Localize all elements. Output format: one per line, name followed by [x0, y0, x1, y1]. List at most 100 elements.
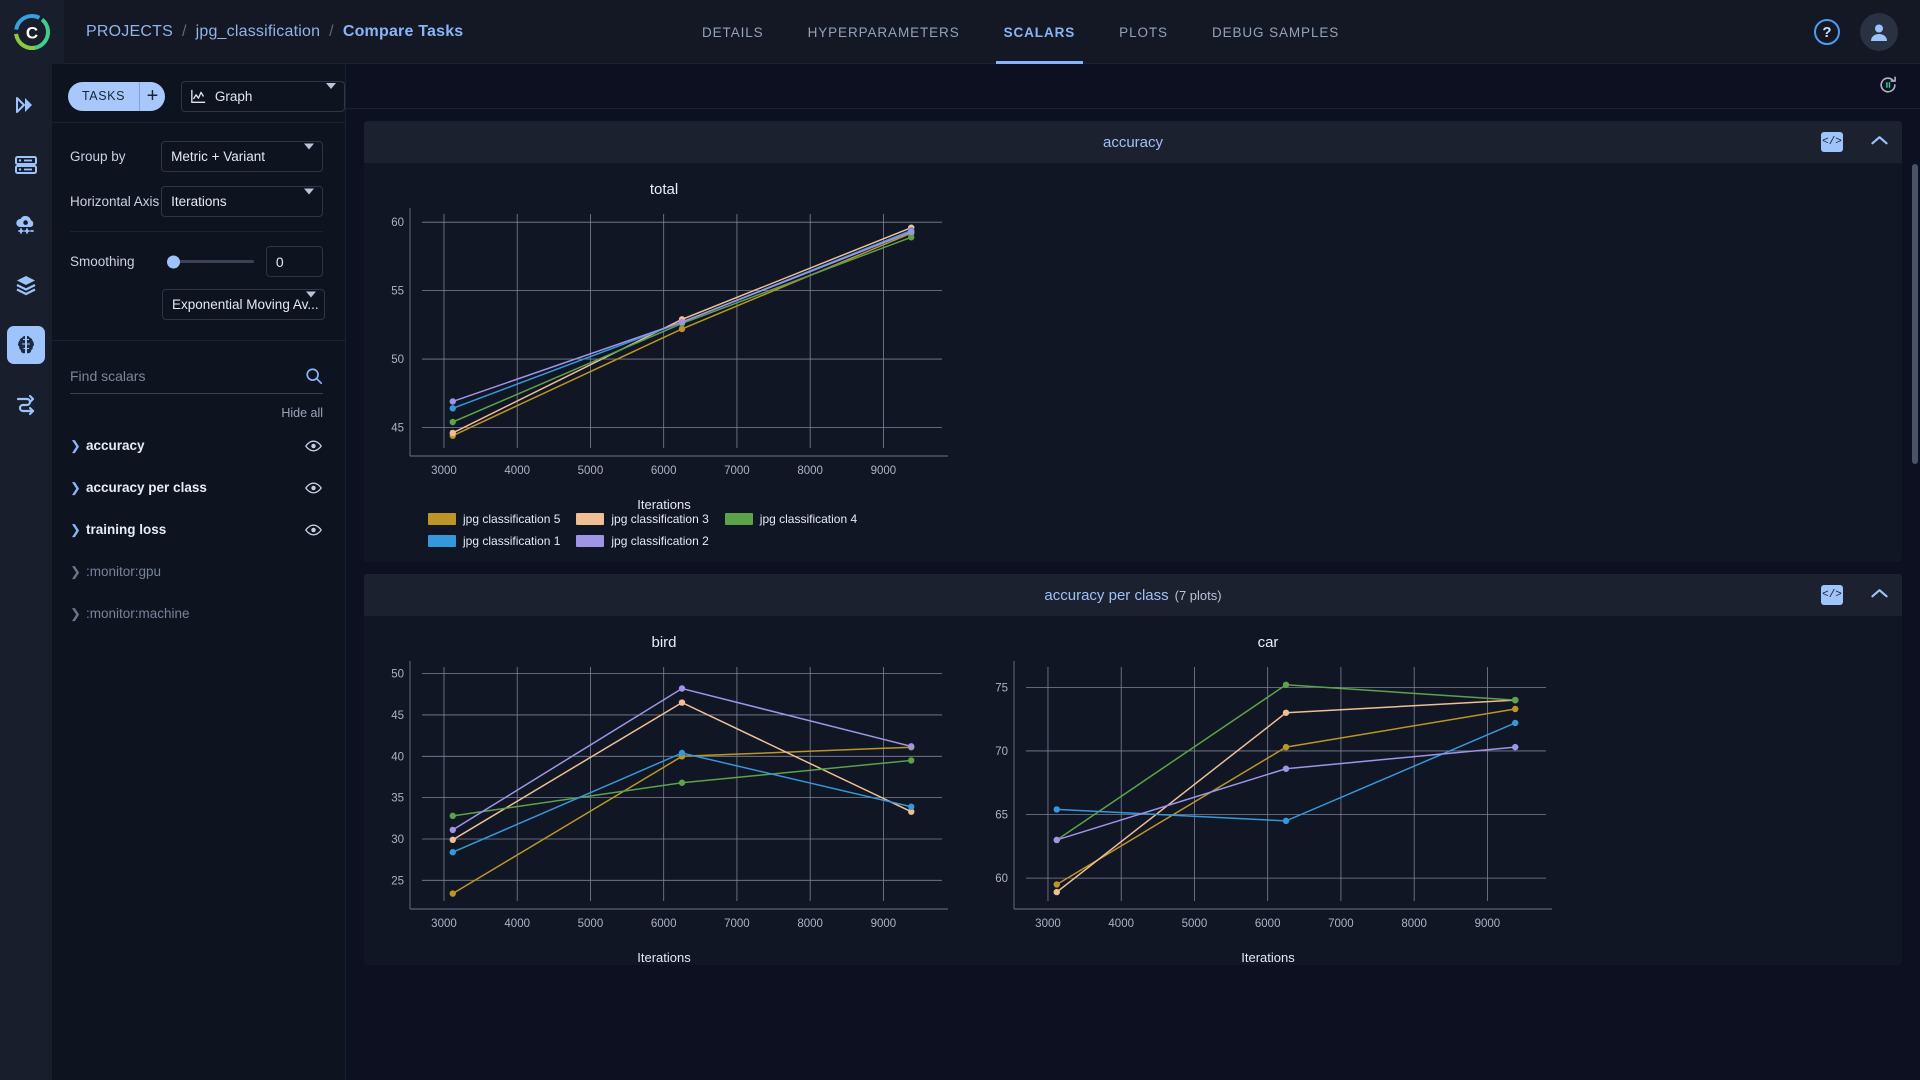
- hyper-datasets-icon: [14, 213, 38, 237]
- section-body: bird 30004000500060007000800090002530354…: [364, 616, 1902, 965]
- svg-text:3000: 3000: [1035, 918, 1061, 930]
- chart-legend: jpg classification 5 jpg classification …: [364, 512, 964, 562]
- metric-item-accuracy[interactable]: ❯ accuracy: [70, 429, 323, 462]
- smoothing-slider[interactable]: [168, 260, 254, 263]
- legend-item[interactable]: jpg classification 2: [576, 534, 708, 548]
- legend-label: jpg classification 4: [760, 512, 857, 526]
- tab-hyperparameters[interactable]: HYPERPARAMETERS: [786, 0, 982, 64]
- legend-label: jpg classification 5: [463, 512, 560, 526]
- embed-code-icon[interactable]: </>: [1821, 132, 1843, 152]
- avatar[interactable]: [1860, 13, 1898, 51]
- embed-code-icon[interactable]: </>: [1821, 585, 1843, 605]
- main-toolbar: [346, 64, 1920, 109]
- tasks-label: TASKS: [68, 82, 140, 111]
- left-nav-rail: [0, 64, 52, 1080]
- collapse-section-icon[interactable]: [1871, 133, 1888, 151]
- legend-item[interactable]: jpg classification 3: [576, 512, 708, 526]
- divider: [70, 231, 323, 232]
- horizontal-axis-label: Horizontal Axis: [70, 194, 161, 209]
- chevron-right-icon: ❯: [70, 606, 86, 622]
- svg-text:55: 55: [391, 286, 404, 298]
- chart-canvas-bird[interactable]: 3000400050006000700080009000253035404550: [364, 651, 964, 941]
- svg-text:60: 60: [995, 873, 1008, 885]
- sidebar-item-pipelines[interactable]: [7, 86, 45, 124]
- pipelines-icon: [14, 93, 38, 117]
- legend-label: jpg classification 3: [611, 512, 708, 526]
- chevron-down-icon: [306, 297, 316, 312]
- metric-item-training-loss[interactable]: ❯ training loss: [70, 513, 323, 546]
- horizontal-axis-select[interactable]: Iterations: [161, 186, 323, 217]
- svg-text:9000: 9000: [871, 465, 897, 477]
- breadcrumb-separator-2: /: [329, 23, 334, 41]
- tasks-button[interactable]: TASKS +: [68, 82, 165, 111]
- sidebar-item-hyper-datasets[interactable]: [7, 206, 45, 244]
- visibility-eye-icon[interactable]: [305, 524, 323, 536]
- group-by-select[interactable]: Metric + Variant: [161, 141, 323, 172]
- tab-scalars[interactable]: SCALARS: [982, 0, 1098, 64]
- graph-type-select[interactable]: Graph: [181, 81, 345, 112]
- smoothing-row: Smoothing 0: [70, 246, 323, 277]
- search-icon: [305, 367, 323, 385]
- chevron-right-icon: ❯: [70, 480, 86, 496]
- add-task-button[interactable]: +: [140, 82, 165, 111]
- section-title: accuracy per class: [1044, 587, 1168, 604]
- smoothing-value-input[interactable]: 0: [266, 246, 323, 277]
- chevron-right-icon: ❯: [70, 564, 86, 580]
- svg-text:75: 75: [995, 682, 1008, 694]
- search-input[interactable]: [70, 368, 305, 384]
- search-scalars-box[interactable]: [70, 367, 323, 394]
- visibility-eye-icon[interactable]: [305, 440, 323, 452]
- legend-item[interactable]: jpg classification 1: [428, 534, 560, 548]
- svg-text:35: 35: [391, 793, 404, 805]
- legend-swatch: [576, 513, 604, 525]
- group-by-label: Group by: [70, 149, 161, 164]
- help-icon[interactable]: ?: [1814, 19, 1840, 45]
- legend-swatch: [428, 513, 456, 525]
- brain-icon: [14, 333, 38, 357]
- section-header: accuracy per class (7 plots) </>: [364, 574, 1902, 616]
- tab-plots[interactable]: PLOTS: [1097, 0, 1190, 64]
- metric-item-accuracy-per-class[interactable]: ❯ accuracy per class: [70, 471, 323, 504]
- legend-label: jpg classification 2: [611, 534, 708, 548]
- section-actions: </>: [1821, 585, 1888, 605]
- breadcrumb-project[interactable]: jpg_classification: [196, 23, 321, 41]
- smoothing-algorithm-select[interactable]: Exponential Moving Av...: [162, 289, 325, 320]
- svg-text:9000: 9000: [871, 918, 897, 930]
- sidebar-item-workers-queues[interactable]: [7, 386, 45, 424]
- metric-item-monitor-machine[interactable]: ❯ :monitor:machine: [70, 597, 323, 630]
- visibility-eye-icon[interactable]: [305, 482, 323, 494]
- collapse-section-icon[interactable]: [1871, 586, 1888, 604]
- vertical-scrollbar[interactable]: [1912, 164, 1918, 464]
- plot-title: total: [364, 163, 964, 198]
- svg-text:6000: 6000: [651, 918, 677, 930]
- svg-text:50: 50: [391, 354, 404, 366]
- legend-item[interactable]: jpg classification 5: [428, 512, 560, 526]
- breadcrumb-projects[interactable]: PROJECTS: [86, 23, 173, 41]
- svg-text:5000: 5000: [578, 465, 604, 477]
- hide-all-button[interactable]: Hide all: [70, 406, 323, 420]
- breadcrumb: PROJECTS / jpg_classification / Compare …: [86, 23, 463, 41]
- legend-item[interactable]: jpg classification 4: [725, 512, 857, 526]
- chevron-right-icon: ❯: [70, 438, 86, 454]
- svg-text:7000: 7000: [1328, 918, 1354, 930]
- sidebar-item-datasets[interactable]: [7, 146, 45, 184]
- clearml-logo[interactable]: C: [0, 0, 64, 64]
- svg-text:40: 40: [391, 751, 404, 763]
- legend-swatch: [576, 535, 604, 547]
- auto-refresh-icon[interactable]: [1878, 75, 1898, 100]
- section-accuracy-per-class: accuracy per class (7 plots) </> bird 30…: [364, 574, 1902, 965]
- tab-details[interactable]: DETAILS: [680, 0, 786, 64]
- tab-debug-samples[interactable]: DEBUG SAMPLES: [1190, 0, 1361, 64]
- breadcrumb-current: Compare Tasks: [343, 23, 464, 41]
- chart-canvas-total[interactable]: 300040005000600070008000900045505560: [364, 198, 964, 488]
- legend-label: jpg classification 1: [463, 534, 560, 548]
- metric-label: accuracy: [86, 438, 305, 453]
- smoothing-slider-knob[interactable]: [167, 255, 180, 268]
- svg-text:8000: 8000: [797, 465, 823, 477]
- chart-canvas-car[interactable]: 300040005000600070008000900060657075: [968, 651, 1568, 941]
- sidebar-item-model-store[interactable]: [7, 266, 45, 304]
- user-icon: [1867, 20, 1891, 44]
- sidebar-item-projects[interactable]: [7, 326, 45, 364]
- metric-label: :monitor:gpu: [86, 564, 305, 579]
- metric-item-monitor-gpu[interactable]: ❯ :monitor:gpu: [70, 555, 323, 588]
